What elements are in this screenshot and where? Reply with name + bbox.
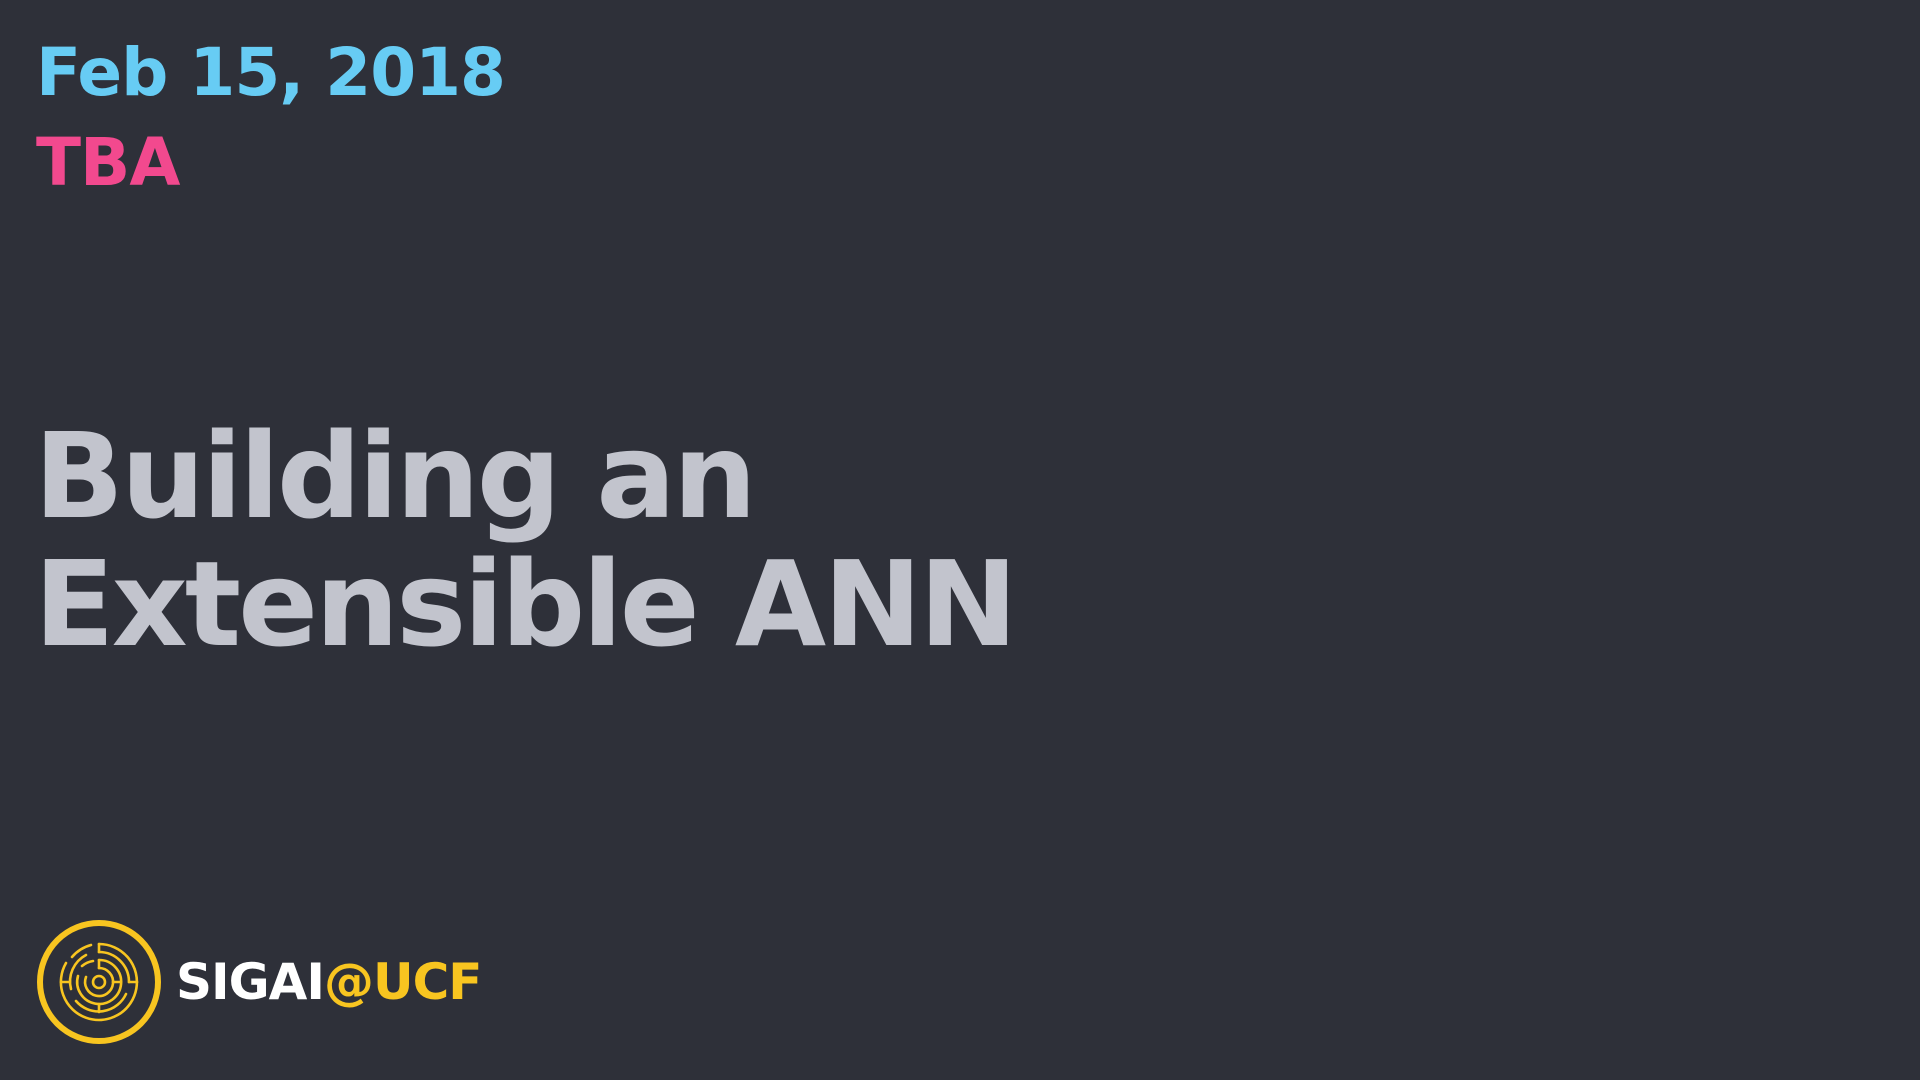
maze-circle-logo-icon	[37, 920, 161, 1044]
event-date: Feb 15, 2018	[36, 34, 506, 111]
logo-wordmark-ucf: @UCF	[323, 953, 482, 1011]
slide-title-line-1: Building an	[34, 407, 757, 545]
logo-wordmark-sigai: SIGAI	[176, 953, 325, 1011]
title-slide: Feb 15, 2018 TBA Building an Extensible …	[0, 0, 1920, 1080]
speaker-name: TBA	[36, 124, 180, 201]
sigai-logo: SIGAI@UCF	[36, 919, 482, 1045]
slide-title-line-2: Extensible ANN	[34, 535, 1018, 673]
slide-title: Building an Extensible ANN	[34, 407, 1018, 673]
logo-wordmark: SIGAI@UCF	[176, 952, 482, 1012]
